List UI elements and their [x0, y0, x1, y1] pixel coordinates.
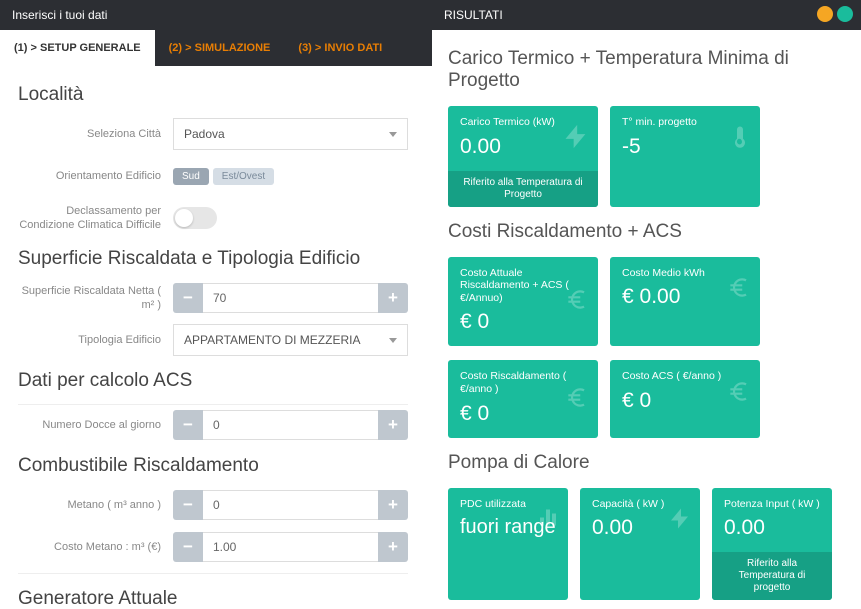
toggle-declassamento[interactable] — [173, 207, 217, 229]
results-section-carico: Carico Termico + Temperatura Minima di P… — [448, 48, 845, 92]
label-tipologia: Tipologia Edificio — [18, 333, 173, 347]
euro-icon — [564, 384, 590, 413]
refresh-icon[interactable] — [837, 6, 853, 22]
left-panel-header: Inserisci i tuoi dati — [0, 0, 432, 30]
tile-foot: Riferito alla Temperatura di Progetto — [448, 171, 598, 207]
docce-plus[interactable]: + — [378, 410, 408, 440]
left-panel-title: Inserisci i tuoi dati — [12, 8, 107, 22]
tile-foot: Riferito alla Temperatura di progetto — [712, 552, 832, 600]
chart-icon — [536, 506, 560, 533]
superficie-minus[interactable]: − — [173, 283, 203, 313]
section-generatore: Generatore Attuale — [18, 588, 408, 609]
docce-minus[interactable]: − — [173, 410, 203, 440]
tile-value: 0.00 — [724, 516, 820, 540]
input-metano[interactable] — [203, 490, 378, 520]
results-body: Carico Termico + Temperatura Minima di P… — [432, 30, 861, 609]
results-section-pompa: Pompa di Calore — [448, 452, 845, 474]
orientamento-toggle: Sud Est/Ovest — [173, 168, 408, 185]
costo-metano-minus[interactable]: − — [173, 532, 203, 562]
results-section-costi: Costi Riscaldamento + ACS — [448, 221, 845, 243]
label-orientamento: Orientamento Edificio — [18, 169, 173, 183]
tab-invio-dati[interactable]: (3) > INVIO DATI — [284, 30, 396, 66]
pill-estovest[interactable]: Est/Ovest — [213, 168, 274, 185]
tile-costo-medio: Costo Medio kWh € 0.00 — [610, 257, 760, 347]
thermometer-icon — [728, 122, 752, 155]
bolt-icon — [668, 506, 692, 533]
left-scroll-area[interactable]: Località Seleziona Città Padova Orientam… — [0, 66, 432, 609]
costo-metano-plus[interactable]: + — [378, 532, 408, 562]
label-metano: Metano ( m³ anno ) — [18, 498, 173, 512]
metano-minus[interactable]: − — [173, 490, 203, 520]
tab-simulazione[interactable]: (2) > SIMULAZIONE — [155, 30, 285, 66]
tile-potenza-input: Potenza Input ( kW ) 0.00 Riferito alla … — [712, 488, 832, 601]
euro-icon — [726, 378, 752, 407]
collapse-icon[interactable] — [817, 6, 833, 22]
tile-costo-riscaldamento: Costo Riscaldamento ( €/anno ) € 0 — [448, 360, 598, 437]
tile-label: Potenza Input ( kW ) — [724, 498, 820, 511]
input-costo-metano[interactable] — [203, 532, 378, 562]
section-acs: Dati per calcolo ACS — [18, 370, 408, 392]
select-city[interactable]: Padova — [173, 118, 408, 150]
euro-icon — [564, 287, 590, 316]
section-superficie: Superficie Riscaldata e Tipologia Edific… — [18, 248, 408, 270]
right-panel-title: RISULTATI — [444, 8, 503, 22]
tile-capacita: Capacità ( kW ) 0.00 — [580, 488, 700, 601]
label-declassamento: Declassamento per Condizione Climatica D… — [18, 204, 173, 233]
label-city: Seleziona Città — [18, 127, 173, 141]
select-tipologia[interactable]: APPARTAMENTO DI MEZZERIA — [173, 324, 408, 356]
metano-plus[interactable]: + — [378, 490, 408, 520]
bolt-icon — [562, 123, 590, 154]
label-costo-metano: Costo Metano : m³ (€) — [18, 540, 173, 554]
tile-temp-min: T° min. progetto -5 — [610, 106, 760, 207]
tab-setup-generale[interactable]: (1) > SETUP GENERALE — [0, 30, 155, 66]
pill-sud[interactable]: Sud — [173, 168, 209, 185]
input-docce[interactable] — [203, 410, 378, 440]
setup-tabs: (1) > SETUP GENERALE (2) > SIMULAZIONE (… — [0, 30, 432, 66]
select-city-value: Padova — [184, 127, 225, 141]
label-superficie: Superficie Riscaldata Netta ( m² ) — [18, 284, 173, 313]
right-panel-header: RISULTATI — [432, 0, 861, 30]
divider — [18, 404, 408, 405]
tile-pdc: PDC utilizzata fuori range — [448, 488, 568, 601]
section-localita: Località — [18, 84, 408, 106]
label-docce: Numero Docce al giorno — [18, 418, 173, 432]
section-combustibile: Combustibile Riscaldamento — [18, 455, 408, 477]
select-tipologia-value: APPARTAMENTO DI MEZZERIA — [184, 333, 360, 347]
divider — [18, 573, 408, 574]
euro-icon — [726, 274, 752, 303]
superficie-plus[interactable]: + — [378, 283, 408, 313]
tile-costo-acs: Costo ACS ( €/anno ) € 0 — [610, 360, 760, 437]
input-superficie[interactable] — [203, 283, 378, 313]
tile-costo-attuale: Costo Attuale Riscaldamento + ACS ( €/An… — [448, 257, 598, 347]
tile-carico-termico: Carico Termico (kW) 0.00 Riferito alla T… — [448, 106, 598, 207]
